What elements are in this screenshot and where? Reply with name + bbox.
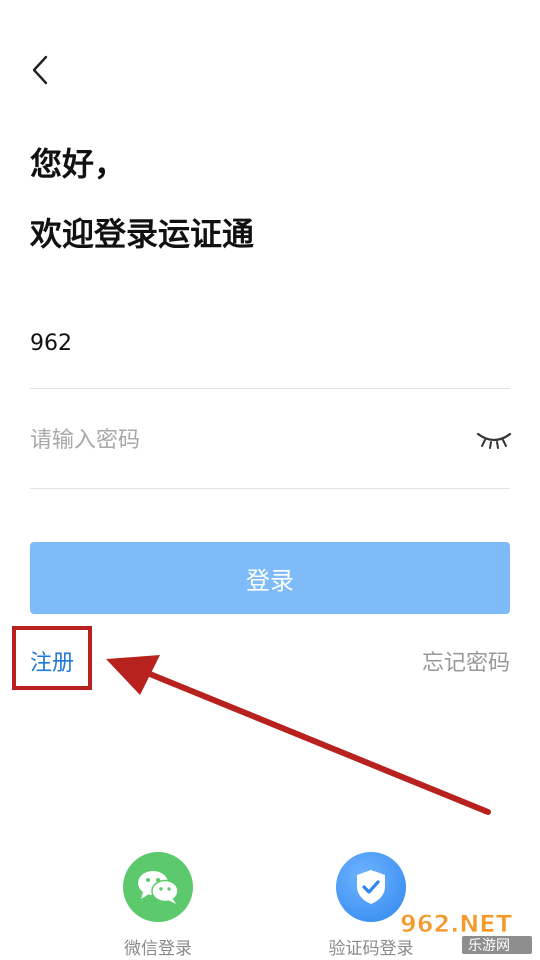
chevron-left-icon (32, 55, 48, 85)
site-watermark-logo: 962.NET 乐游网 (400, 910, 532, 954)
toggle-password-button[interactable] (474, 425, 514, 455)
wechat-login-option[interactable]: 微信登录 (83, 852, 233, 959)
phone-divider (30, 388, 510, 389)
watermark-sub: 乐游网 (468, 938, 510, 954)
forgot-password-link[interactable]: 忘记密码 (422, 645, 510, 677)
eye-closed-icon (476, 432, 512, 449)
login-button[interactable]: 登录 (30, 542, 510, 614)
annotation-arrow (106, 655, 491, 815)
greeting-line-1: 您好， (30, 145, 127, 183)
password-divider (30, 488, 510, 489)
wechat-login-label: 微信登录 (124, 939, 192, 959)
password-field-row (30, 415, 512, 465)
greeting-line-2: 欢迎登录运证通 (30, 215, 255, 253)
password-input[interactable] (30, 415, 474, 465)
wechat-icon (123, 852, 193, 922)
watermark-brand: 962.NET (400, 910, 513, 938)
phone-field-row (30, 318, 510, 368)
back-button[interactable] (22, 50, 58, 90)
register-link[interactable]: 注册 (30, 645, 74, 677)
phone-input[interactable] (30, 318, 510, 368)
